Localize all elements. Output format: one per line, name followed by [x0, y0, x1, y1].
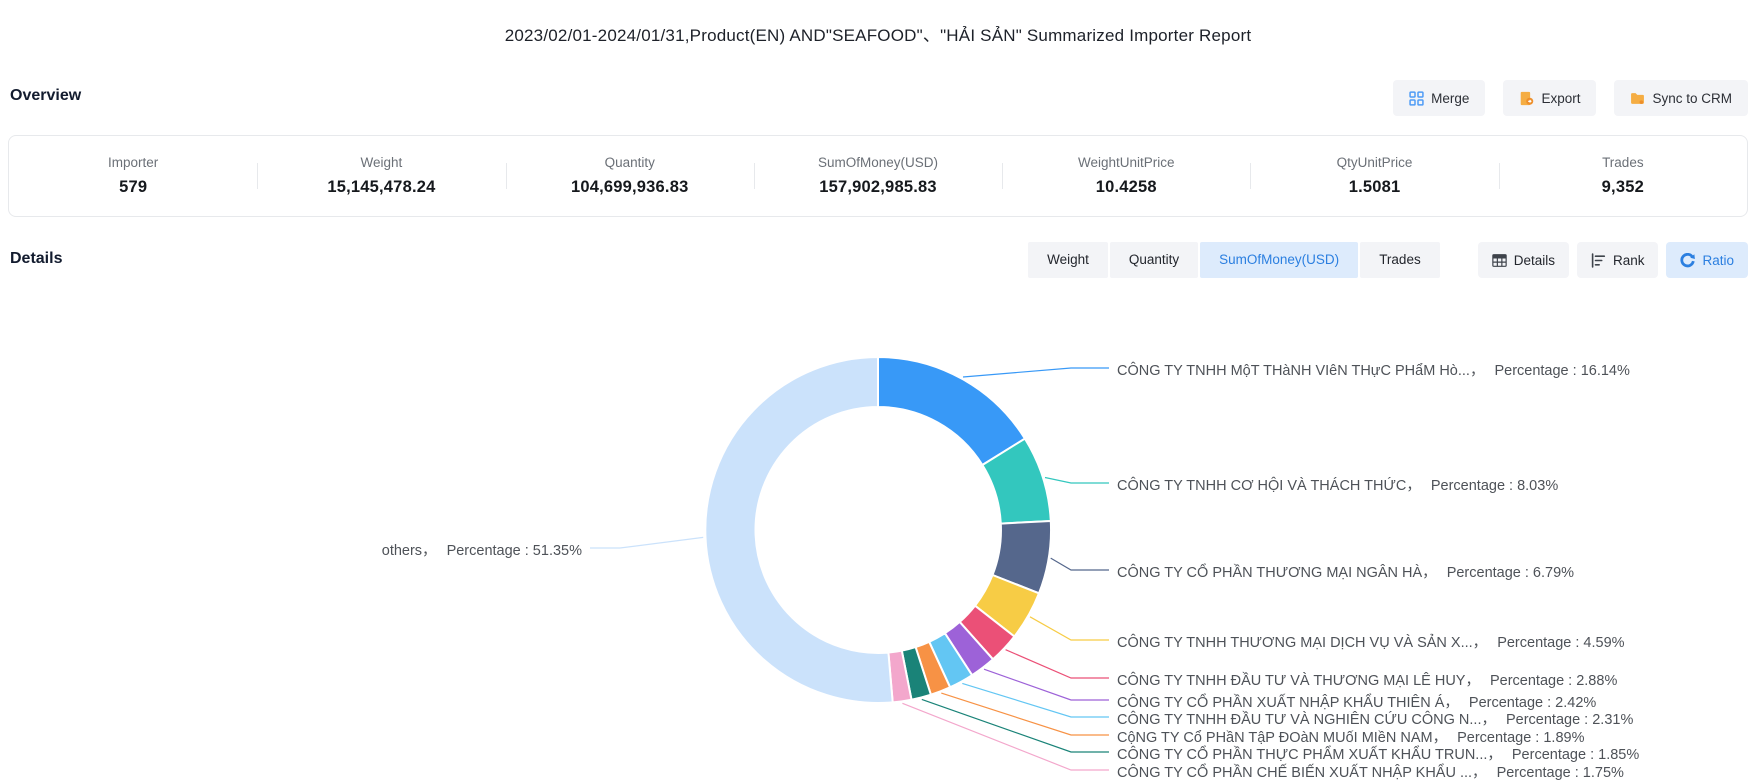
pie-label: CÔNG TY TNHH THƯƠNG MẠI DỊCH VỤ VÀ SẢN X…	[1117, 631, 1625, 652]
pie-label-name: CÔNG TY TNHH CƠ HỘI VÀ THÁCH THỨC，	[1117, 478, 1421, 494]
pie-label-line	[941, 693, 1109, 735]
pie-label: others， Percentage : 51.35%	[382, 539, 582, 560]
pie-label: CÔNG TY CỔ PHẦN CHẾ BIẾN XUẤT NHẬP KHẨU …	[1117, 761, 1624, 782]
pie-label-percentage: Percentage : 1.89%	[1457, 730, 1584, 746]
sync-crm-folder-icon	[1630, 91, 1645, 106]
stat-weight: Weight 15,145,478.24	[257, 155, 505, 197]
export-button[interactable]: Export	[1503, 80, 1596, 116]
button-label: Details	[1514, 253, 1555, 268]
pie-label-line	[962, 683, 1109, 717]
pie-slice-others[interactable]	[705, 357, 892, 703]
pie-label: CÔNG TY CỔ PHẦN XUẤT NHẬP KHẨU THIÊN Á， P…	[1117, 691, 1596, 712]
button-label: Export	[1541, 91, 1580, 106]
button-label: Merge	[1431, 91, 1469, 106]
pie-label-name: CÔNG TY TNHH THƯƠNG MẠI DỊCH VỤ VÀ SẢN X…	[1117, 635, 1487, 651]
tab-trades[interactable]: Trades	[1360, 242, 1440, 278]
stat-value: 15,145,478.24	[257, 178, 505, 197]
stat-value: 9,352	[1499, 178, 1747, 197]
stat-label: Weight	[257, 155, 505, 170]
stat-label: Quantity	[506, 155, 754, 170]
stat-label: WeightUnitPrice	[1002, 155, 1250, 170]
pie-label: CộNG TY Cổ PHầN TậP ĐOàN MUốI MIềN NAM， P…	[1117, 726, 1584, 747]
pie-label-line	[590, 537, 703, 548]
metric-tab-group: WeightQuantitySumOfMoney(USD)Trades	[1028, 242, 1440, 278]
merge-button[interactable]: Merge	[1393, 80, 1485, 116]
stat-value: 104,699,936.83	[506, 178, 754, 197]
pie-label-percentage: Percentage : 6.79%	[1447, 565, 1574, 581]
export-file-icon	[1519, 91, 1534, 106]
view-tab-group: Details Rank Ratio	[1478, 242, 1748, 278]
pie-label-line	[902, 703, 1109, 770]
pie-label-percentage: Percentage : 1.75%	[1497, 765, 1624, 781]
stat-label: SumOfMoney(USD)	[754, 155, 1002, 170]
overview-heading: Overview	[10, 87, 81, 105]
pie-label-name: CÔNG TY CỔ PHẦN CHẾ BIẾN XUẤT NHẬP KHẨU …	[1117, 765, 1487, 781]
pie-label-name: CÔNG TY TNHH ĐẦU TƯ VÀ NGHIÊN CỨU CÔNG N…	[1117, 712, 1496, 728]
view-tab-ratio[interactable]: Ratio	[1666, 242, 1748, 278]
pie-label-line	[1045, 478, 1109, 484]
details-controls: WeightQuantitySumOfMoney(USD)Trades Deta…	[1028, 242, 1748, 278]
stat-trades: Trades 9,352	[1499, 155, 1747, 197]
pie-label-percentage: Percentage : 51.35%	[447, 543, 582, 559]
pie-label: CÔNG TY CỔ PHẦN THƯƠNG MẠI NGÂN HÀ， Perce…	[1117, 561, 1574, 582]
overview-stats-card: Importer 579Weight 15,145,478.24Quantity 10…	[8, 135, 1748, 217]
pie-label-percentage: Percentage : 2.31%	[1506, 712, 1633, 728]
rank-icon	[1591, 253, 1606, 268]
importer-ratio-pie-chart	[0, 0, 1756, 780]
stat-quantity: Quantity 104,699,936.83	[506, 155, 754, 197]
pie-label-percentage: Percentage : 4.59%	[1497, 635, 1624, 651]
pie-label-name: CÔNG TY CỔ PHẦN THỰC PHẨM XUẤT KHẨU TRUN…	[1117, 747, 1502, 763]
pie-label-name: CÔNG TY CỔ PHẦN XUẤT NHẬP KHẨU THIÊN Á，	[1117, 695, 1459, 711]
pie-label-name: others，	[382, 543, 437, 559]
pie-label: CÔNG TY CỔ PHẦN THỰC PHẨM XUẤT KHẨU TRUN…	[1117, 743, 1639, 764]
page-title: 2023/02/01-2024/01/31,Product(EN) AND"SE…	[0, 21, 1756, 46]
pie-label: CÔNG TY TNHH ĐẦU TƯ VÀ THƯƠNG MẠI LÊ HUY…	[1117, 669, 1617, 690]
button-label: Ratio	[1702, 253, 1734, 268]
stat-value: 1.5081	[1250, 178, 1498, 197]
pie-label-line	[922, 699, 1109, 752]
stat-label: Importer	[9, 155, 257, 170]
pie-label: CÔNG TY TNHH ĐẦU TƯ VÀ NGHIÊN CỨU CÔNG N…	[1117, 708, 1633, 729]
stat-weightunitprice: WeightUnitPrice 10.4258	[1002, 155, 1250, 197]
pie-label-line	[963, 368, 1109, 377]
pie-label-name: CÔNG TY CỔ PHẦN THƯƠNG MẠI NGÂN HÀ，	[1117, 565, 1437, 581]
table-icon	[1492, 253, 1507, 268]
view-tab-rank[interactable]: Rank	[1577, 242, 1659, 278]
pie-label-percentage: Percentage : 2.42%	[1469, 695, 1596, 711]
importer-report-page: 2023/02/01-2024/01/31,Product(EN) AND"SE…	[0, 0, 1756, 780]
stat-value: 157,902,985.83	[754, 178, 1002, 197]
pie-label-line	[1051, 558, 1109, 570]
pie-label: CÔNG TY TNHH CƠ HỘI VÀ THÁCH THỨC， Percen…	[1117, 474, 1558, 495]
view-tab-details[interactable]: Details	[1478, 242, 1569, 278]
tab-quantity[interactable]: Quantity	[1110, 242, 1198, 278]
pie-label-percentage: Percentage : 16.14%	[1494, 363, 1629, 379]
stat-importer: Importer 579	[9, 155, 257, 197]
pie-label-name: CÔNG TY TNHH ĐẦU TƯ VÀ THƯƠNG MẠI LÊ HUY…	[1117, 673, 1480, 689]
stat-label: QtyUnitPrice	[1250, 155, 1498, 170]
ratio-icon	[1680, 253, 1695, 268]
pie-label-line	[1006, 650, 1109, 678]
pie-label-name: CộNG TY Cổ PHầN TậP ĐOàN MUốI MIềN NAM，	[1117, 730, 1447, 746]
stat-value: 10.4258	[1002, 178, 1250, 197]
stat-sumofmoney-usd-: SumOfMoney(USD) 157,902,985.83	[754, 155, 1002, 197]
overview-toolbar: Merge Export Sync to CRM	[1393, 80, 1748, 116]
pie-label: CÔNG TY TNHH MộT THàNH VIêN THựC PHẩM Hò…	[1117, 359, 1630, 380]
pie-label-line	[984, 669, 1109, 700]
merge-icon	[1409, 91, 1424, 106]
tab-sumofmoneyusd[interactable]: SumOfMoney(USD)	[1200, 242, 1358, 278]
sync-to-crm-button[interactable]: Sync to CRM	[1614, 80, 1748, 116]
tab-weight[interactable]: Weight	[1028, 242, 1108, 278]
pie-label-percentage: Percentage : 1.85%	[1512, 747, 1639, 763]
button-label: Sync to CRM	[1652, 91, 1732, 106]
stat-label: Trades	[1499, 155, 1747, 170]
pie-slice-company[interactable]	[878, 357, 1025, 465]
pie-label-percentage: Percentage : 8.03%	[1431, 478, 1558, 494]
stat-value: 579	[9, 178, 257, 197]
pie-label-name: CÔNG TY TNHH MộT THàNH VIêN THựC PHẩM Hò…	[1117, 363, 1484, 379]
pie-label-percentage: Percentage : 2.88%	[1490, 673, 1617, 689]
pie-label-line	[1030, 617, 1109, 640]
stat-qtyunitprice: QtyUnitPrice 1.5081	[1250, 155, 1498, 197]
details-heading: Details	[10, 250, 62, 268]
button-label: Rank	[1613, 253, 1645, 268]
